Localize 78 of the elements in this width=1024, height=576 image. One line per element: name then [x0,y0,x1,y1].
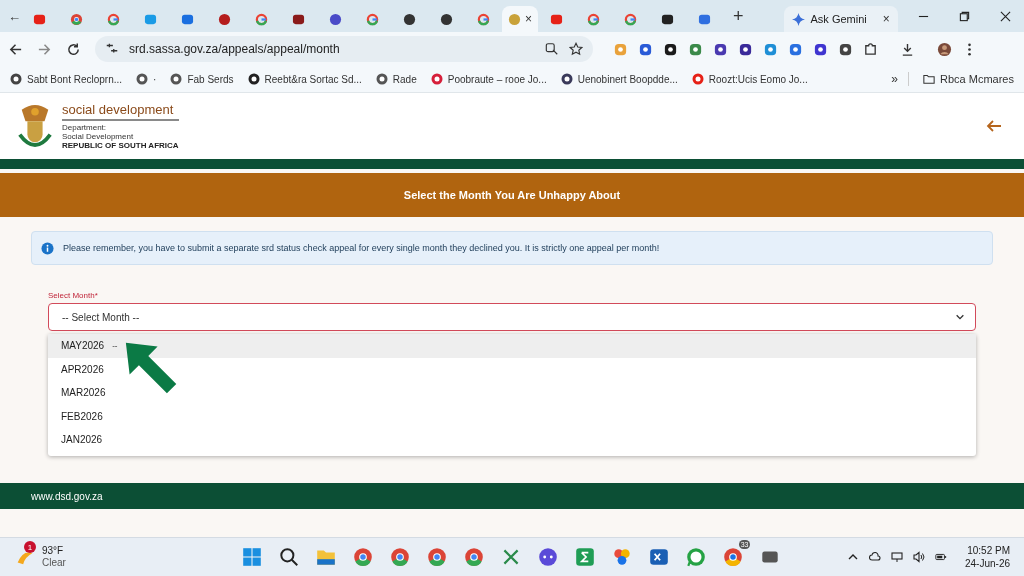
temperature: 93°F [42,545,65,557]
google-icon [107,12,120,26]
page-title: Select the Month You Are Unhappy About [403,189,621,201]
month-option[interactable]: MAY2026 -- [48,334,976,358]
country-name: REPUBLIC OF SOUTH AFRICA [62,140,179,151]
weather-condition: Clear [42,557,66,569]
puzzle-icon[interactable] [863,41,878,57]
excel-icon[interactable] [648,546,671,568]
bookmark[interactable]: Uenobinert Boopdde... [560,73,678,85]
department-subtitle: Social Development [62,131,135,141]
search-icon[interactable] [278,546,301,568]
month-option[interactable]: MAR2026 [48,381,976,405]
google-icon [255,12,268,26]
tab-search-button[interactable]: ← [8,8,21,24]
extension-icon[interactable] [838,41,853,57]
chat-app-icon[interactable] [537,546,560,568]
battery-icon[interactable] [934,551,947,563]
chevron-icon [955,312,965,322]
chrome-icon[interactable] [352,546,375,568]
whatsapp-icon[interactable] [685,546,708,568]
star-icon[interactable] [569,42,583,56]
new-tab-button[interactable]: + [733,5,744,27]
clock-date[interactable]: 24-Jun-26 [964,557,1010,570]
download-icon[interactable] [900,41,915,57]
field-label: Select Month* [48,291,99,300]
chrome-icon[interactable] [463,546,486,568]
network-icon[interactable] [890,551,903,563]
browser-tab[interactable]: Ask Gemini × [783,6,898,32]
footer-link[interactable]: www.dsd.gov.za [31,490,103,502]
close-icon[interactable]: × [882,12,890,26]
translate-icon[interactable] [545,42,559,56]
chrome-icon[interactable] [426,546,449,568]
google-icon [477,12,490,26]
bookmark[interactable]: Fab Serds [170,73,234,85]
cloud-icon[interactable] [868,551,881,563]
extension-icon[interactable] [813,41,828,57]
extension-icon[interactable] [738,41,753,57]
back-arrow-icon[interactable] [986,118,1002,134]
month-option[interactable]: JAN2026 [48,428,976,452]
close-icon[interactable]: × [525,12,532,26]
google-icon [587,12,600,26]
bookmark[interactable]: Roozt:Ucis Eomo Jo... [691,73,808,85]
reload-icon[interactable] [66,41,81,57]
speaker-icon[interactable] [912,551,925,563]
restore-icon[interactable] [958,10,970,22]
notice-text: Please remember, you have to submit a separate srd status check appeal for every single month they declined you. It is strictly one appeal per month! [63,243,660,253]
department-name: social development [62,101,179,121]
chrome-icon[interactable] [389,546,412,568]
start-icon[interactable] [241,546,264,568]
department-subtitle: Department: [62,122,108,132]
chrome-icon[interactable] [722,546,745,568]
sparkle-icon [791,12,805,26]
close-icon[interactable] [999,10,1011,22]
browser-tab[interactable]: × [502,6,538,32]
bookmark[interactable]: Rade [375,73,417,85]
extension-icon[interactable] [713,41,728,57]
notification-badge: 1 [24,541,36,553]
google-icon [366,12,379,26]
spreadsheet-icon[interactable] [574,546,597,568]
info-icon [41,241,54,255]
month-option[interactable]: APR2026 [48,357,976,381]
month-dropdown[interactable]: -- Select Month -- [48,303,976,331]
bookmark-folder[interactable]: Rbca Mcmares [923,73,1014,85]
tab-title: Ask Gemini [810,13,867,25]
bookmark[interactable]: Reebt&ra Sortac Sd... [247,73,362,85]
site-settings-icon[interactable] [105,42,119,56]
month-option[interactable]: FEB2026 [48,404,976,428]
google-icon [624,12,637,26]
extension-icon[interactable] [663,41,678,57]
folder-icon [923,73,936,85]
more-bookmarks-button[interactable]: » [891,72,910,86]
bookmark[interactable]: Poobraute – rooe Jo... [430,73,547,85]
bookmark[interactable]: Sabt Bont Recloprn... [10,73,123,85]
address-bar[interactable]: srd.sassa.gov.za/appeals/appeal/month [95,36,593,62]
bookmark[interactable]: · [136,73,157,85]
chrome-icon [70,12,83,26]
profile-avatar[interactable] [937,41,952,57]
clock-time[interactable]: 10:52 PM [967,544,1010,557]
